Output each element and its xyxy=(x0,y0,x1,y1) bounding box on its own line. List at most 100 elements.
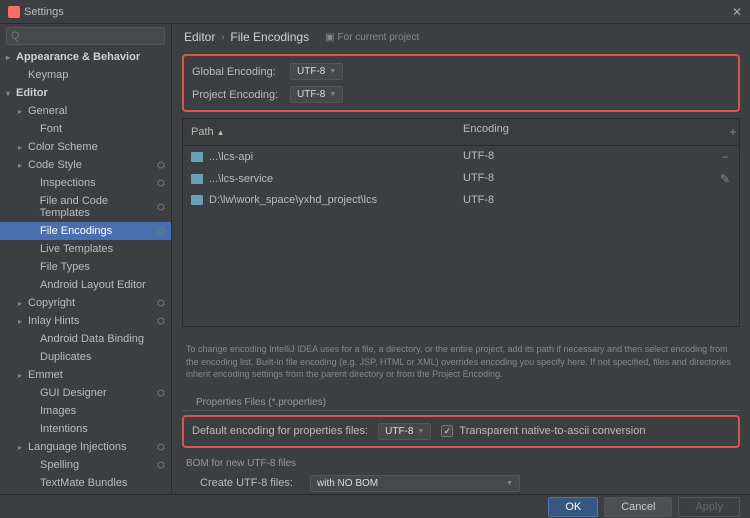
sidebar-item-label: Color Scheme xyxy=(28,141,98,153)
caret-icon: ▸ xyxy=(6,53,16,62)
sidebar-item-intentions[interactable]: Intentions xyxy=(0,420,171,438)
sidebar-item-inlay-hints[interactable]: ▸Inlay Hints⛭ xyxy=(0,312,171,330)
caret-icon: ▸ xyxy=(18,299,28,308)
caret-icon: ▸ xyxy=(18,143,28,152)
transparent-label: Transparent native-to-ascii conversion xyxy=(459,425,645,437)
sidebar-item-label: Font xyxy=(40,123,62,135)
table-row[interactable]: ...\lcs-apiUTF-8− xyxy=(183,146,739,168)
create-utf8-label: Create UTF-8 files: xyxy=(200,477,300,489)
sidebar-item-todo[interactable]: TODO xyxy=(0,492,171,494)
edit-row-button[interactable]: ✎ xyxy=(715,170,735,188)
add-row-button[interactable]: + xyxy=(723,123,743,141)
table-row[interactable]: D:\lw\work_space\yxhd_project\lcs UTF-8 xyxy=(183,190,739,210)
chevron-right-icon: › xyxy=(221,32,224,42)
for-current-project: ▣ For current project xyxy=(325,32,419,43)
sidebar-item-editor[interactable]: ▾Editor xyxy=(0,84,171,102)
global-encoding-dropdown[interactable]: UTF-8 ▼ xyxy=(290,63,343,80)
encoding-cell[interactable]: UTF-8 xyxy=(455,192,715,208)
sidebar-item-color-scheme[interactable]: ▸Color Scheme xyxy=(0,138,171,156)
gear-icon: ⛭ xyxy=(157,202,165,213)
sidebar-item-label: Images xyxy=(40,405,76,417)
sidebar-item-gui-designer[interactable]: GUI Designer⛭ xyxy=(0,384,171,402)
sidebar-item-label: Live Templates xyxy=(40,243,113,255)
sidebar-item-label: Inspections xyxy=(40,177,96,189)
dialog-footer: OK Cancel Apply xyxy=(0,494,750,518)
sidebar: ▸Appearance & BehaviorKeymap▾Editor▸Gene… xyxy=(0,24,172,494)
sidebar-item-textmate-bundles[interactable]: TextMate Bundles xyxy=(0,474,171,492)
ok-button[interactable]: OK xyxy=(548,497,598,517)
sidebar-item-label: Intentions xyxy=(40,423,88,435)
apply-button[interactable]: Apply xyxy=(678,497,740,517)
titlebar: Settings ✕ xyxy=(0,0,750,24)
sidebar-item-android-data-binding[interactable]: Android Data Binding xyxy=(0,330,171,348)
folder-icon xyxy=(191,152,203,162)
sidebar-item-label: Duplicates xyxy=(40,351,91,363)
sidebar-item-copyright[interactable]: ▸Copyright ⛭ xyxy=(0,294,171,312)
section-bom: BOM for new UTF-8 files xyxy=(172,452,750,471)
caret-icon: ▸ xyxy=(18,317,28,326)
encoding-cell[interactable]: UTF-8 xyxy=(455,148,715,166)
sidebar-item-language-injections[interactable]: ▸Language Injections⛭ xyxy=(0,438,171,456)
breadcrumb-file-encodings: File Encodings xyxy=(230,30,309,44)
project-encoding-dropdown[interactable]: UTF-8 ▼ xyxy=(290,86,343,103)
sidebar-item-inspections[interactable]: Inspections ⛭ xyxy=(0,174,171,192)
encoding-cell[interactable]: UTF-8 xyxy=(455,170,715,188)
sidebar-item-label: File and Code Templates xyxy=(40,195,157,219)
sidebar-item-appearance-behavior[interactable]: ▸Appearance & Behavior xyxy=(0,48,171,66)
sidebar-item-keymap[interactable]: Keymap xyxy=(0,66,171,84)
remove-row-button[interactable]: − xyxy=(715,148,735,166)
sidebar-item-android-layout-editor[interactable]: Android Layout Editor xyxy=(0,276,171,294)
chevron-down-icon: ▼ xyxy=(417,428,424,435)
sidebar-item-emmet[interactable]: ▸Emmet xyxy=(0,366,171,384)
sidebar-item-file-types[interactable]: File Types xyxy=(0,258,171,276)
gear-icon: ⛭ xyxy=(157,316,165,327)
gear-icon: ⛭ xyxy=(157,460,165,471)
sidebar-item-label: Editor xyxy=(16,87,48,99)
path-cell: D:\lw\work_space\yxhd_project\lcs xyxy=(209,194,377,206)
chevron-down-icon: ▼ xyxy=(506,480,513,487)
sidebar-item-images[interactable]: Images xyxy=(0,402,171,420)
chevron-down-icon: ▼ xyxy=(329,68,336,75)
sort-asc-icon: ▲ xyxy=(217,128,225,137)
encoding-highlight: Global Encoding: UTF-8 ▼ Project Encodin… xyxy=(182,54,740,112)
sidebar-item-spelling[interactable]: Spelling⛭ xyxy=(0,456,171,474)
content: Editor › File Encodings ▣ For current pr… xyxy=(172,24,750,494)
close-icon[interactable]: ✕ xyxy=(732,5,742,19)
sidebar-item-label: GUI Designer xyxy=(40,387,107,399)
column-header-path[interactable]: Path ▲ xyxy=(183,119,455,145)
sidebar-item-label: General xyxy=(28,105,67,117)
sidebar-item-general[interactable]: ▸General xyxy=(0,102,171,120)
breadcrumb: Editor › File Encodings ▣ For current pr… xyxy=(172,24,750,50)
caret-icon: ▾ xyxy=(6,89,16,98)
gear-icon: ⛭ xyxy=(157,442,165,453)
sidebar-item-file-and-code-templates[interactable]: File and Code Templates⛭ xyxy=(0,192,171,222)
gear-icon: ⛭ xyxy=(157,178,165,189)
column-header-encoding[interactable]: Encoding xyxy=(455,119,715,145)
properties-encoding-dropdown[interactable]: UTF-8 ▼ xyxy=(378,423,431,440)
cancel-button[interactable]: Cancel xyxy=(604,497,672,517)
sidebar-item-label: File Encodings xyxy=(40,225,112,237)
help-text: To change encoding IntelliJ IDEA uses fo… xyxy=(172,333,750,391)
sidebar-item-label: Language Injections xyxy=(28,441,126,453)
section-properties-files: Properties Files (*.properties) xyxy=(182,391,740,411)
sidebar-item-label: Copyright xyxy=(28,297,75,309)
transparent-checkbox[interactable]: ✓ xyxy=(441,425,453,437)
folder-icon xyxy=(191,174,203,184)
properties-default-label: Default encoding for properties files: xyxy=(192,425,368,437)
caret-icon: ▸ xyxy=(18,107,28,116)
project-icon: ▣ xyxy=(325,32,334,43)
sidebar-item-label: Appearance & Behavior xyxy=(16,51,140,63)
sidebar-item-code-style[interactable]: ▸Code Style⛭ xyxy=(0,156,171,174)
sidebar-item-file-encodings[interactable]: File Encodings⛭ xyxy=(0,222,171,240)
search-input[interactable] xyxy=(6,27,165,45)
sidebar-item-label: TextMate Bundles xyxy=(40,477,127,489)
sidebar-item-live-templates[interactable]: Live Templates xyxy=(0,240,171,258)
sidebar-item-label: File Types xyxy=(40,261,90,273)
window-title: Settings xyxy=(24,6,64,18)
create-utf8-dropdown[interactable]: with NO BOM ▼ xyxy=(310,475,520,492)
sidebar-item-font[interactable]: Font xyxy=(0,120,171,138)
sidebar-item-duplicates[interactable]: Duplicates xyxy=(0,348,171,366)
gear-icon: ⛭ xyxy=(157,298,165,309)
table-row[interactable]: ...\lcs-serviceUTF-8✎ xyxy=(183,168,739,190)
breadcrumb-editor[interactable]: Editor xyxy=(184,30,215,44)
